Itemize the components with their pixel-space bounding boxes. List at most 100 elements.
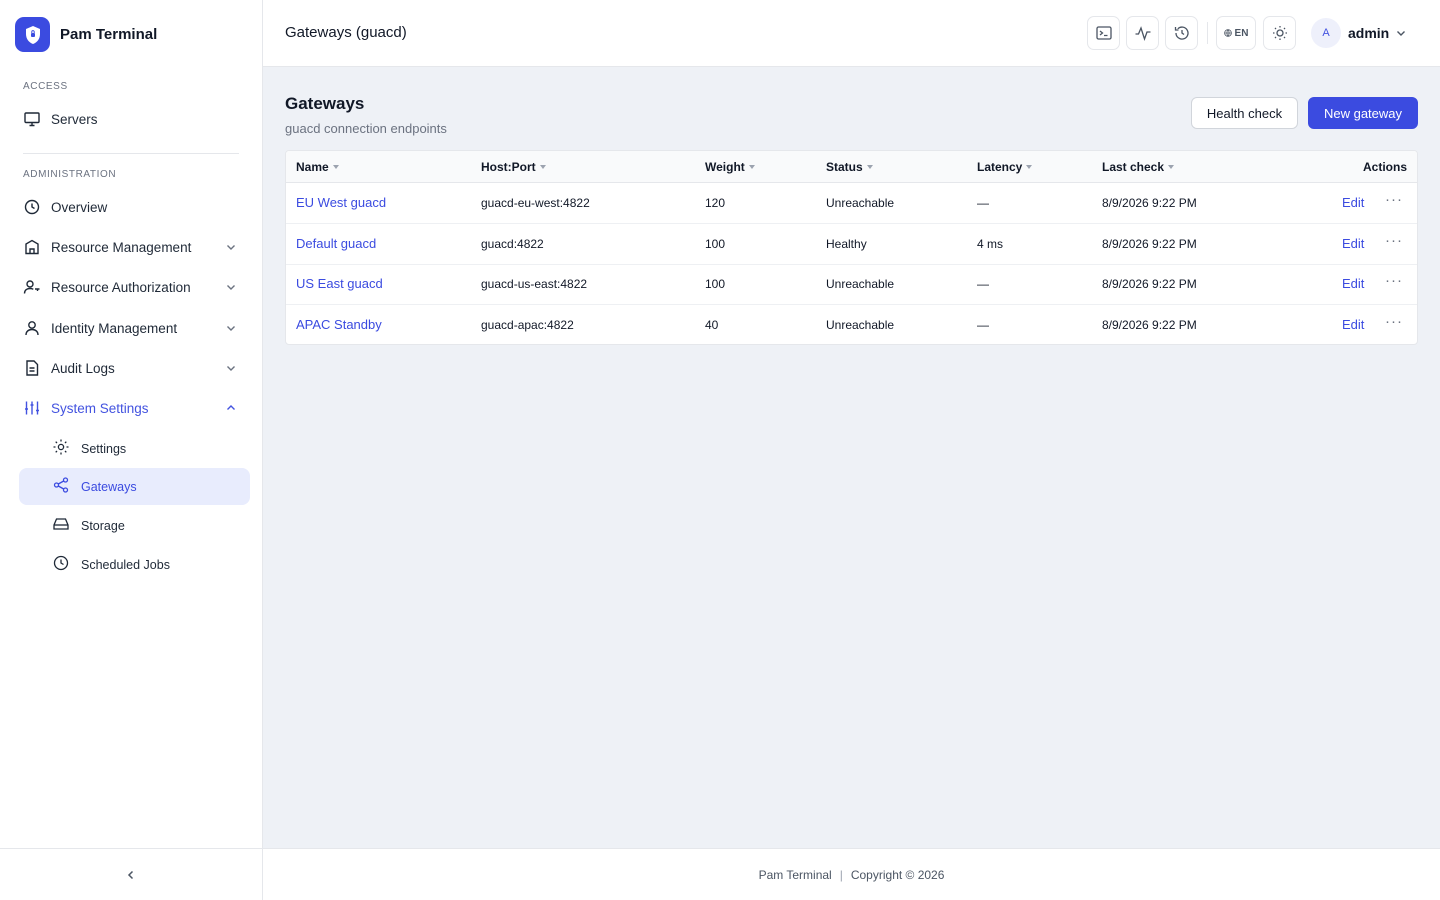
share-nodes-icon — [52, 476, 70, 497]
sidebar-item-identity-management[interactable]: Identity Management — [19, 310, 250, 346]
sort-caret-icon — [1168, 165, 1175, 169]
latency-cell: — — [977, 196, 989, 210]
table-header: Name Host:Port Weight Status Latency Las… — [286, 151, 1417, 183]
sidebar-subitem-settings[interactable]: Settings — [19, 430, 250, 467]
clock-icon — [52, 554, 70, 575]
last-check-cell: 8/9/2026 9:22 PM — [1102, 196, 1197, 210]
footer-separator: | — [839, 867, 843, 882]
user-icon — [23, 319, 41, 337]
sun-gear-icon — [52, 438, 70, 459]
host-port-cell: guacd-apac:4822 — [481, 318, 574, 332]
column-label: Last check — [1102, 160, 1165, 174]
sort-caret-icon — [539, 165, 546, 169]
sidebar-item-resource-management[interactable]: Resource Management — [19, 229, 250, 265]
sidebar-item-system-settings[interactable]: System Settings — [19, 390, 250, 426]
edit-link[interactable]: Edit — [1342, 236, 1364, 251]
user-name[interactable]: admin — [1348, 25, 1389, 41]
globe-icon — [1223, 29, 1232, 37]
sidebar-subitem-scheduled-jobs[interactable]: Scheduled Jobs — [19, 546, 250, 583]
brand-name: Pam Terminal — [60, 26, 158, 43]
sidebar-item-resource-authorization[interactable]: Resource Authorization — [19, 269, 250, 305]
sidebar-item-audit-logs[interactable]: Audit Logs — [19, 350, 250, 386]
weight-cell: 100 — [705, 237, 726, 251]
sun-icon — [1272, 26, 1287, 40]
column-header-last-check[interactable]: Last check — [1102, 160, 1175, 174]
latency-cell: 4 ms — [977, 237, 1004, 251]
edit-link[interactable]: Edit — [1342, 317, 1364, 332]
chevron-down-icon[interactable] — [1394, 26, 1408, 40]
header-divider — [1207, 22, 1208, 44]
sort-caret-icon — [748, 165, 755, 169]
new-gateway-button[interactable]: New gateway — [1308, 97, 1418, 129]
host-port-cell: guacd:4822 — [481, 237, 544, 251]
column-header-status[interactable]: Status — [826, 160, 873, 174]
health-check-button[interactable]: Health check — [1191, 97, 1298, 129]
status-cell: Healthy — [826, 237, 867, 251]
more-actions-icon[interactable]: ··· — [1385, 313, 1403, 330]
table-row: US East guacd guacd-us-east:4822 100 Unr… — [286, 264, 1417, 305]
chevron-down-icon — [227, 245, 235, 250]
language-button[interactable]: EN — [1216, 16, 1256, 50]
activity-button[interactable] — [1126, 16, 1159, 50]
terminal-icon — [1095, 26, 1112, 40]
column-header-name[interactable]: Name — [296, 160, 339, 174]
sidebar-divider — [23, 153, 239, 154]
sidebar-item-label: Servers — [51, 111, 98, 127]
language-label: EN — [1234, 27, 1249, 39]
weight-cell: 100 — [705, 277, 726, 291]
host-port-cell: guacd-eu-west:4822 — [481, 196, 590, 210]
sidebar-subitem-storage[interactable]: Storage — [19, 507, 250, 544]
page-subtitle: guacd connection endpoints — [285, 121, 447, 136]
sort-caret-icon — [866, 165, 873, 169]
sidebar-subitem-gateways[interactable]: Gateways — [19, 468, 250, 505]
more-actions-icon[interactable]: ··· — [1385, 232, 1403, 249]
user-key-icon — [23, 278, 41, 296]
theme-toggle-button[interactable] — [1263, 16, 1296, 50]
column-header-actions: Actions — [1363, 160, 1407, 174]
page-title: Gateways — [285, 94, 365, 113]
edit-link[interactable]: Edit — [1342, 276, 1364, 291]
chevron-down-icon — [227, 326, 235, 331]
sidebar-subitem-label: Settings — [81, 441, 127, 456]
column-label: Host:Port — [481, 160, 536, 174]
last-check-cell: 8/9/2026 9:22 PM — [1102, 318, 1197, 332]
gateways-table: Name Host:Port Weight Status Latency Las… — [285, 150, 1418, 345]
latency-cell: — — [977, 318, 989, 332]
clock-icon — [23, 198, 41, 216]
weight-cell: 40 — [705, 318, 719, 332]
gateway-name-link[interactable]: EU West guacd — [296, 195, 386, 210]
footer-brand: Pam Terminal — [758, 867, 832, 882]
terminal-button[interactable] — [1087, 16, 1120, 50]
column-header-weight[interactable]: Weight — [705, 160, 755, 174]
history-button[interactable] — [1165, 16, 1198, 50]
last-check-cell: 8/9/2026 9:22 PM — [1102, 277, 1197, 291]
chevron-down-icon — [227, 366, 235, 371]
sidebar-item-label: Audit Logs — [51, 360, 115, 376]
building-icon — [23, 238, 41, 256]
last-check-cell: 8/9/2026 9:22 PM — [1102, 237, 1197, 251]
column-header-latency[interactable]: Latency — [977, 160, 1033, 174]
sidebar-subitem-label: Storage — [81, 518, 125, 533]
sidebar-item-overview[interactable]: Overview — [19, 189, 250, 225]
gateway-name-link[interactable]: US East guacd — [296, 276, 383, 291]
column-header-host[interactable]: Host:Port — [481, 160, 546, 174]
more-actions-icon[interactable]: ··· — [1385, 272, 1403, 289]
avatar[interactable]: A — [1311, 18, 1341, 48]
gateway-name-link[interactable]: Default guacd — [296, 236, 376, 251]
sidebar-item-servers[interactable]: Servers — [19, 101, 250, 137]
brand[interactable]: Pam Terminal — [15, 17, 157, 52]
edit-link[interactable]: Edit — [1342, 195, 1364, 210]
more-actions-icon[interactable]: ··· — [1385, 191, 1403, 208]
table-row: EU West guacd guacd-eu-west:4822 120 Unr… — [286, 183, 1417, 224]
column-label: Name — [296, 160, 329, 174]
sidebar-item-label: Overview — [51, 199, 108, 215]
gateway-name-link[interactable]: APAC Standby — [296, 317, 382, 332]
monitor-icon — [23, 110, 41, 128]
sidebar-item-label: Resource Management — [51, 239, 192, 255]
sidebar: Pam Terminal ACCESS Servers ADMINISTRATI… — [0, 0, 263, 900]
footer-copyright: Copyright © 2026 — [850, 867, 945, 882]
column-label: Weight — [705, 160, 745, 174]
sidebar-item-label: Identity Management — [51, 320, 178, 336]
weight-cell: 120 — [705, 196, 726, 210]
sidebar-collapse-button[interactable] — [0, 848, 262, 900]
